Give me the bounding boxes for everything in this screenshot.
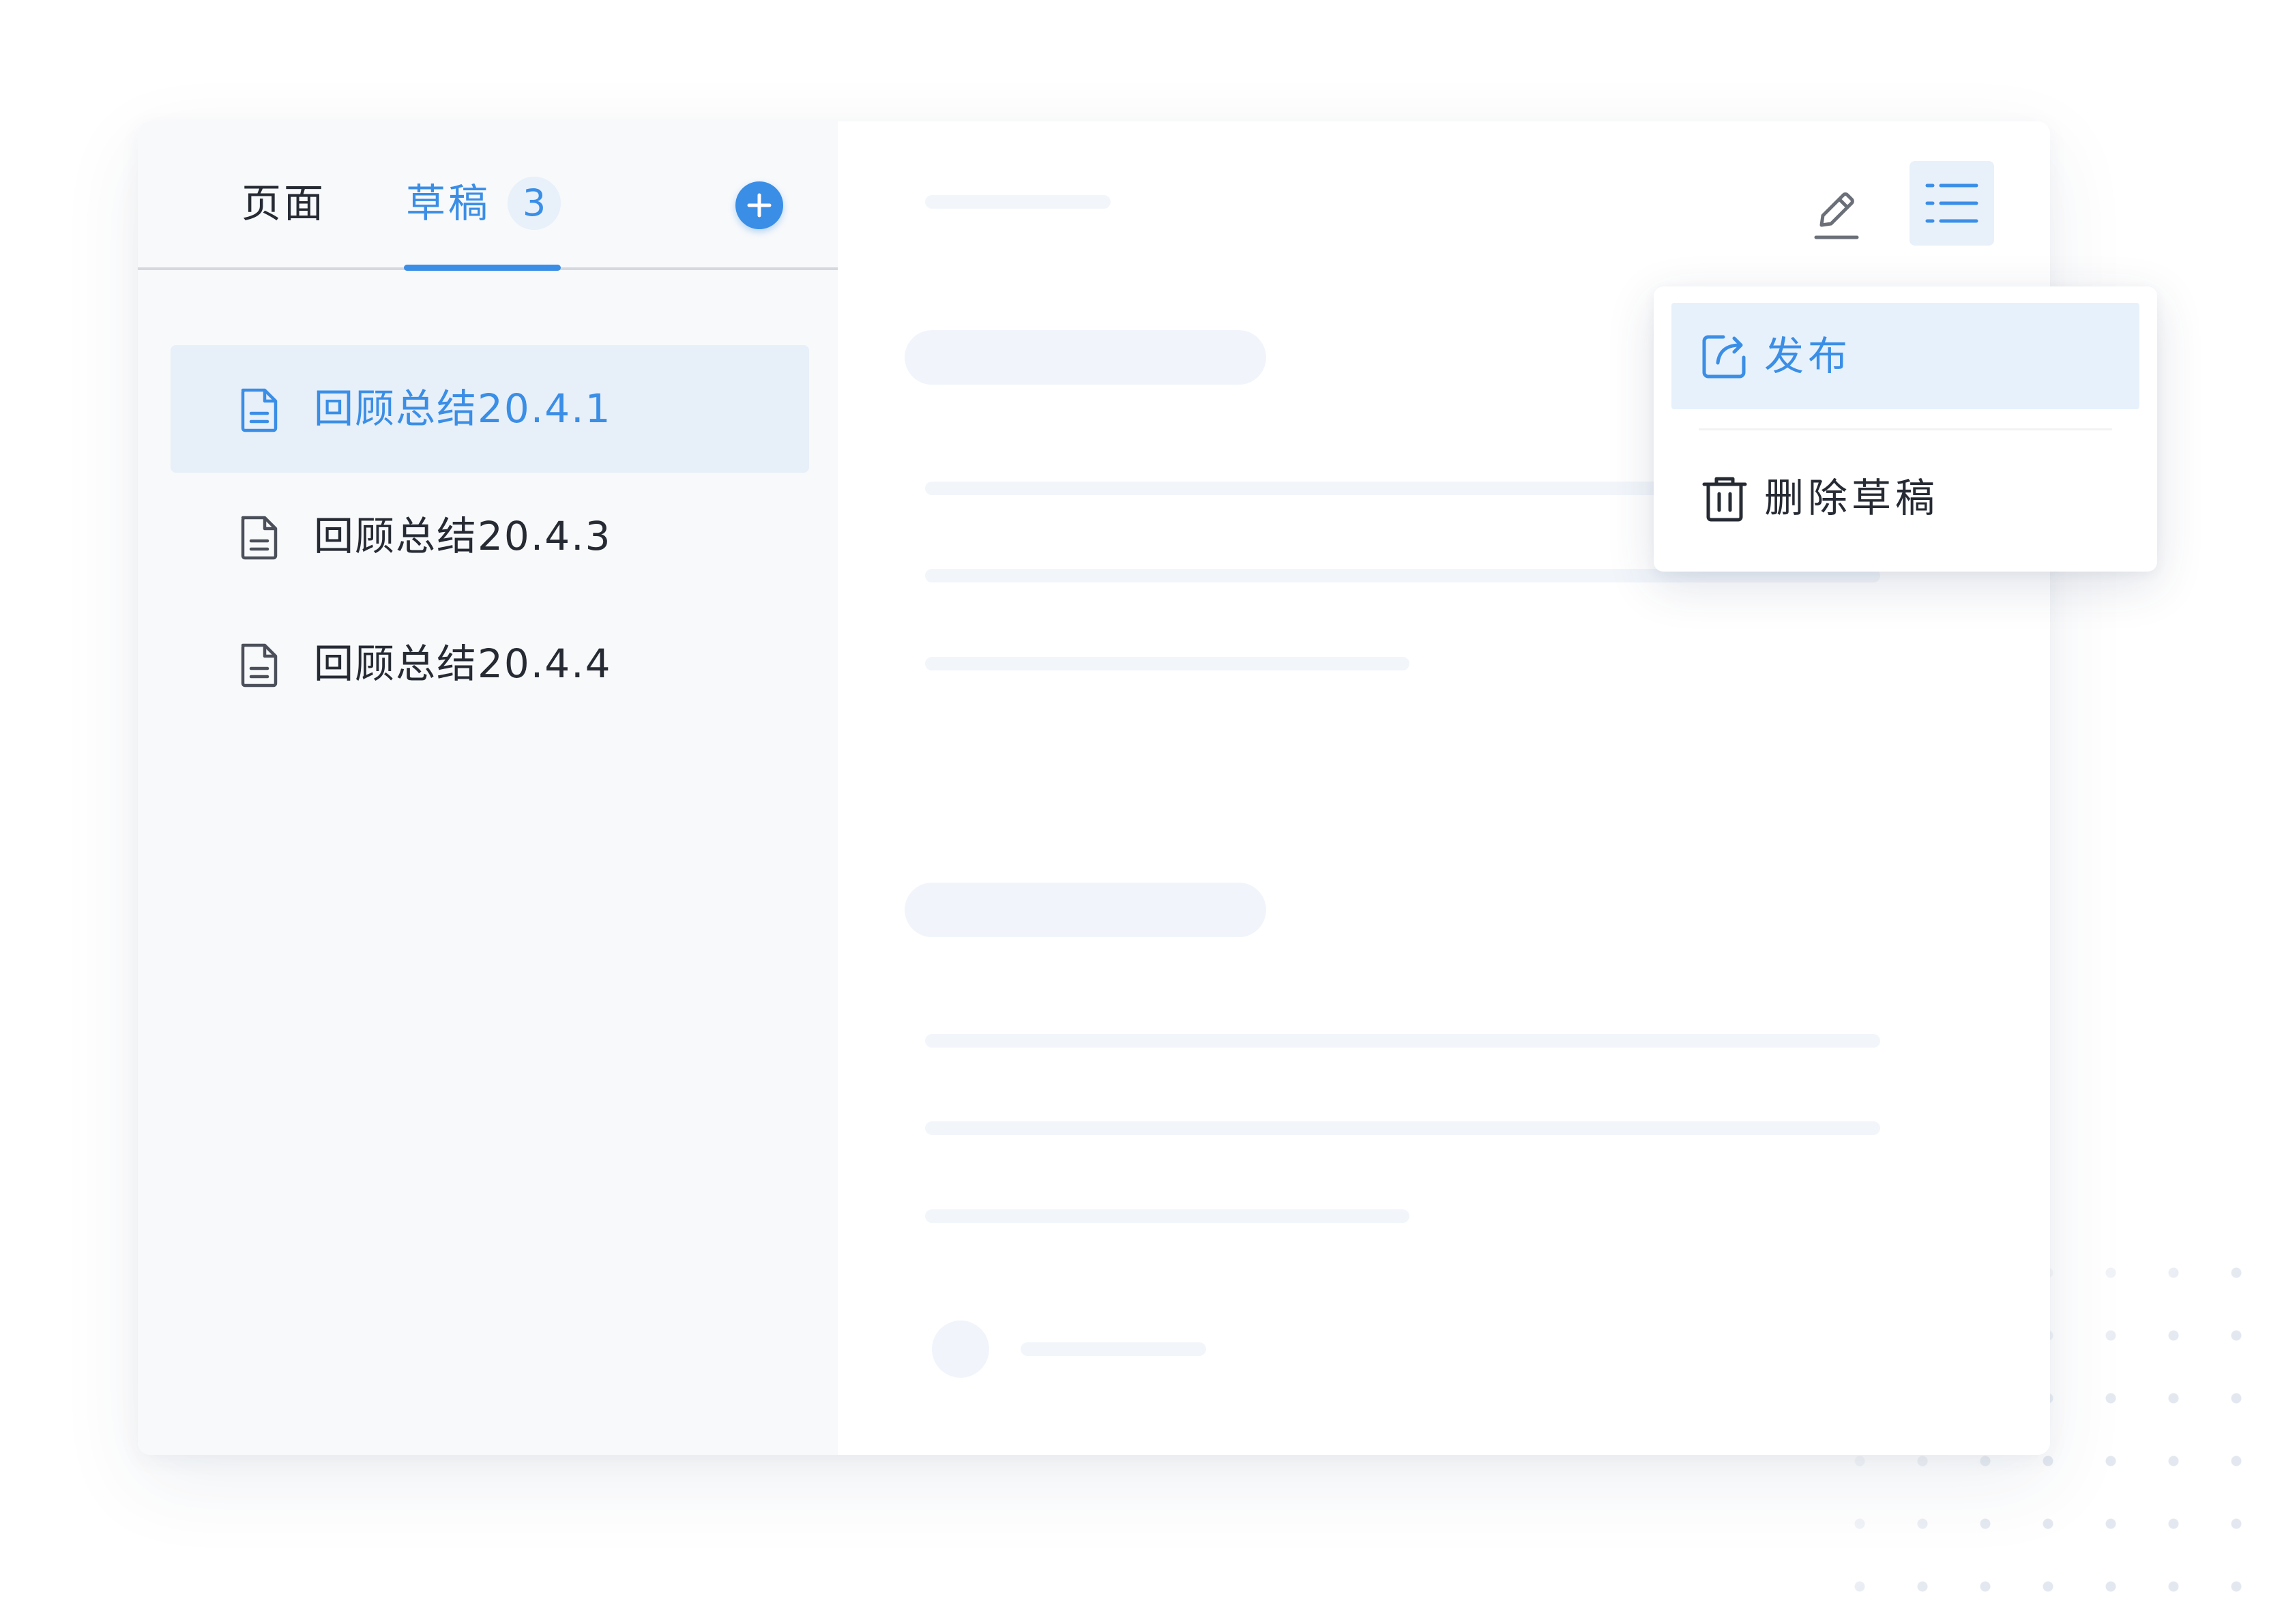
add-draft-button[interactable]	[735, 181, 783, 229]
delete-draft-menu-item[interactable]: 删除草稿	[1671, 445, 2139, 551]
trash-icon	[1702, 477, 1747, 522]
skeleton-line	[925, 1209, 1409, 1223]
delete-draft-label: 删除草稿	[1764, 475, 1940, 521]
list-item[interactable]: 回顾总结20.4.1	[171, 345, 809, 473]
list-item-label: 回顾总结20.4.4	[314, 640, 612, 687]
document-icon	[241, 643, 278, 688]
publish-label: 发布	[1764, 333, 1852, 379]
skeleton-avatar	[932, 1320, 989, 1378]
plus-icon	[747, 193, 772, 218]
list-item-label: 回顾总结20.4.1	[314, 385, 612, 432]
skeleton-line	[925, 1121, 1880, 1135]
more-options-button[interactable]	[1910, 161, 1994, 246]
active-tab-indicator	[404, 265, 561, 271]
list-item[interactable]: 回顾总结20.4.3	[171, 473, 809, 600]
skeleton-title	[925, 195, 1111, 209]
drafts-count-badge: 3	[508, 177, 561, 230]
skeleton-line	[1021, 1342, 1206, 1356]
options-dropdown-menu: 发布 删除草稿	[1654, 286, 2157, 572]
list-icon	[1925, 183, 1978, 223]
list-item-label: 回顾总结20.4.3	[314, 513, 612, 559]
pencil-icon	[1814, 192, 1859, 239]
publish-icon	[1702, 335, 1746, 379]
tab-drafts[interactable]: 草稿	[406, 176, 491, 231]
sidebar: 页面 草稿 3 回顾总结20.4.1 回顾总结20.4.3 回顾总结20.4.4	[138, 121, 838, 1455]
skeleton-line	[925, 1034, 1880, 1048]
tab-pages[interactable]: 页面	[242, 176, 326, 231]
document-icon	[241, 516, 278, 560]
skeleton-heading	[905, 883, 1266, 937]
document-icon	[241, 388, 278, 432]
edit-button[interactable]	[1798, 176, 1873, 251]
draft-list: 回顾总结20.4.1 回顾总结20.4.3 回顾总结20.4.4	[171, 345, 809, 728]
sidebar-tabs: 页面 草稿 3	[138, 121, 838, 271]
publish-menu-item[interactable]: 发布	[1671, 303, 2139, 409]
menu-divider	[1699, 428, 2112, 430]
skeleton-line	[925, 657, 1409, 670]
skeleton-heading	[905, 330, 1266, 385]
list-item[interactable]: 回顾总结20.4.4	[171, 600, 809, 728]
